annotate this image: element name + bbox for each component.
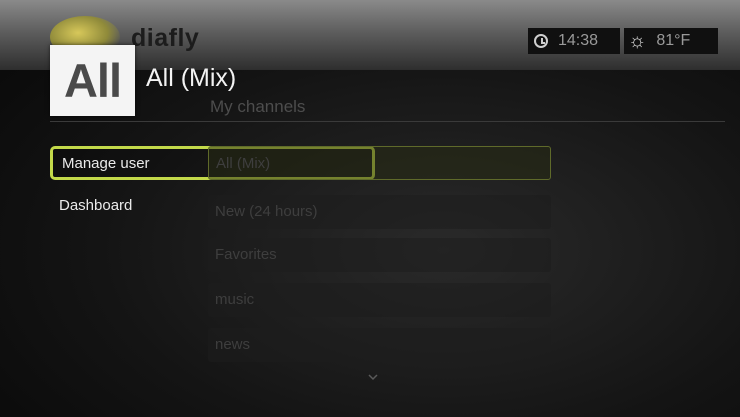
channel-row-label: Favorites (215, 246, 277, 263)
clock-widget: 14:38 (528, 28, 620, 54)
channel-row-label: All (Mix) (216, 155, 271, 172)
clock-time: 14:38 (558, 32, 599, 49)
channel-thumbnail: All (50, 45, 135, 116)
sun-icon: ☼ (628, 30, 647, 52)
channel-row-new[interactable]: New (24 hours) (208, 195, 551, 229)
app-logo-text: diafly (131, 24, 200, 52)
channel-row-label: New (24 hours) (215, 203, 318, 220)
menu-item-label: Manage user (62, 155, 150, 172)
channel-thumbnail-label: All (63, 54, 122, 107)
chevron-down-icon[interactable] (368, 372, 378, 382)
channel-row-music[interactable]: music (208, 283, 551, 317)
header-divider (50, 121, 725, 122)
channel-row-news[interactable]: news (208, 328, 551, 362)
weather-widget: ☼ 81°F (624, 28, 718, 54)
channel-row-favorites[interactable]: Favorites (208, 238, 551, 272)
weather-temperature: 81°F (656, 32, 691, 49)
menu-item-label: Dashboard (59, 197, 133, 214)
clock-icon (534, 34, 548, 48)
channel-row-all-mix[interactable]: All (Mix) (208, 146, 551, 180)
media-player-screen: diafly 14:38 ☼ 81°F All All (Mix) My cha… (0, 0, 740, 417)
channel-row-label: music (215, 291, 255, 308)
section-label: My channels (210, 97, 306, 116)
page-title: All (Mix) (146, 64, 237, 92)
channel-row-label: news (215, 336, 251, 353)
